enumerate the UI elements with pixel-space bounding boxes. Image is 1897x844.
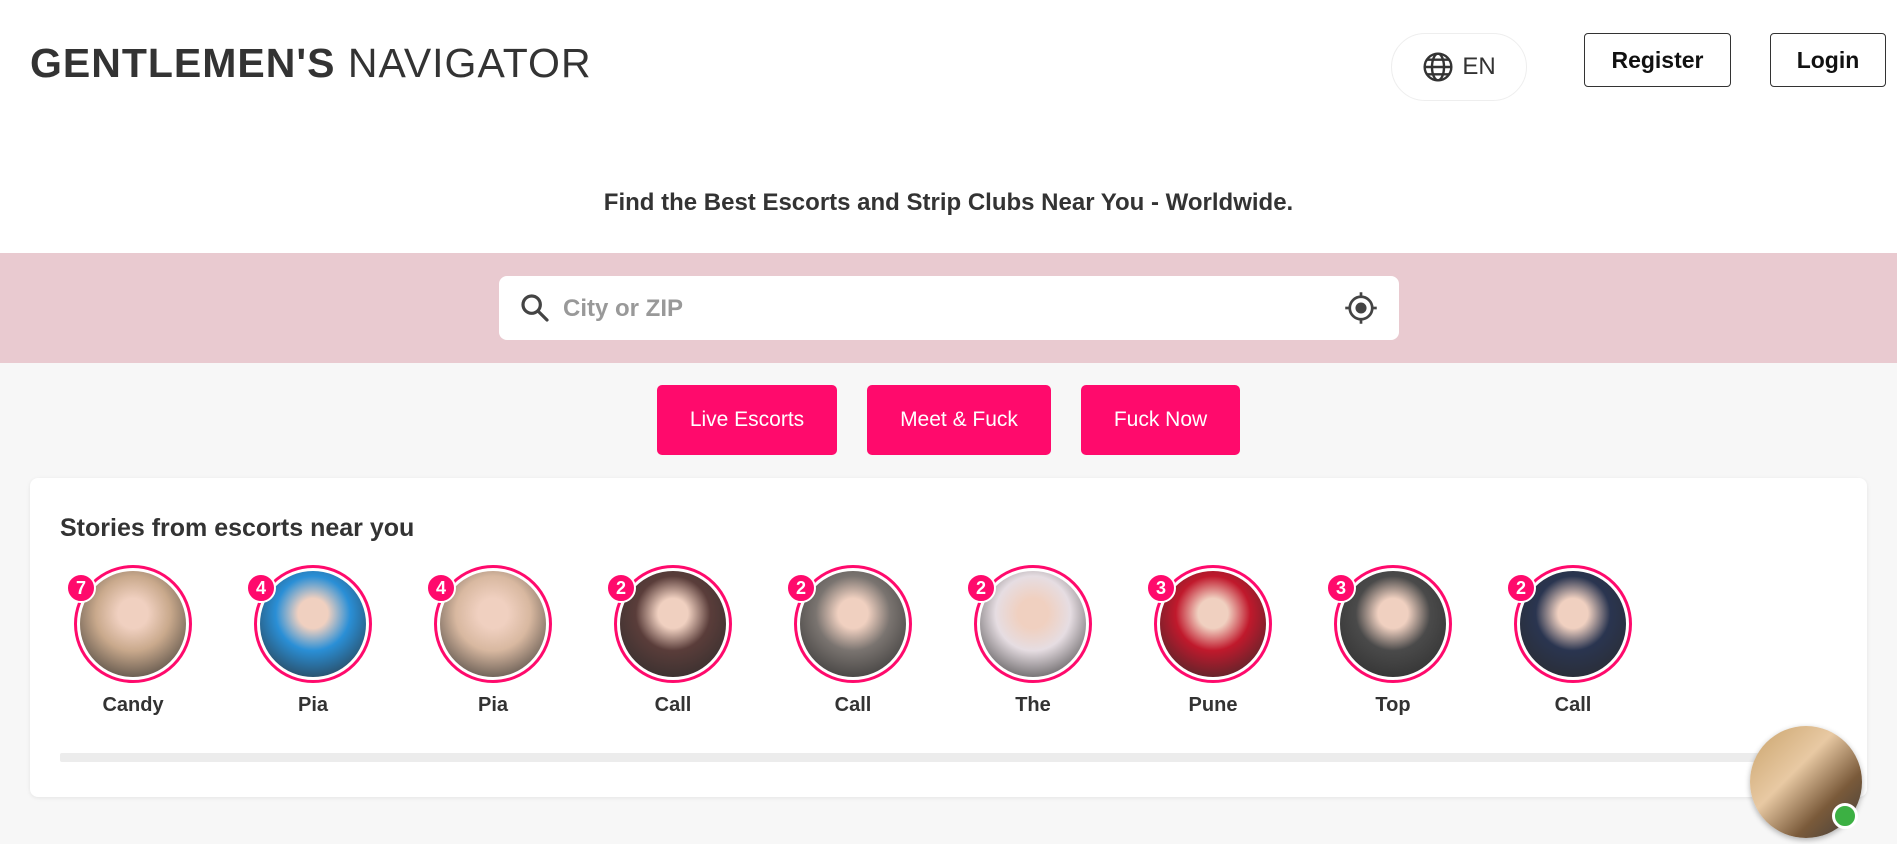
logo-bold-text: GENTLEMEN'S bbox=[30, 40, 336, 86]
stories-scrollbar[interactable] bbox=[60, 753, 1840, 762]
search-input[interactable] bbox=[561, 286, 1325, 332]
story-item[interactable]: 4 Pia bbox=[240, 565, 380, 725]
story-item[interactable]: 2 Call bbox=[780, 565, 920, 725]
story-item[interactable]: 4 Pia bbox=[420, 565, 560, 725]
story-item[interactable]: 7 Candy bbox=[60, 565, 200, 725]
story-item[interactable]: 3 Top bbox=[1320, 565, 1460, 725]
story-item[interactable]: 3 Pune bbox=[1140, 565, 1280, 725]
stories-title: Stories from escorts near you bbox=[60, 514, 415, 542]
tagline: Find the Best Escorts and Strip Clubs Ne… bbox=[603, 189, 1294, 216]
story-item[interactable]: 2 The bbox=[960, 565, 1100, 725]
search-box bbox=[499, 276, 1399, 340]
language-selector[interactable]: EN bbox=[1391, 33, 1527, 101]
story-name: Pia bbox=[477, 694, 509, 716]
crosshair-icon[interactable] bbox=[1343, 290, 1379, 326]
search-icon bbox=[521, 294, 549, 322]
story-name: The bbox=[1015, 694, 1051, 716]
story-count-badge: 3 bbox=[1146, 573, 1176, 603]
live-escorts-button[interactable]: Live Escorts bbox=[657, 385, 837, 455]
story-count-badge: 2 bbox=[966, 573, 996, 603]
story-count-badge: 4 bbox=[246, 573, 276, 603]
story-name: Call bbox=[654, 694, 692, 716]
login-button[interactable]: Login bbox=[1770, 33, 1886, 87]
register-button[interactable]: Register bbox=[1584, 33, 1731, 87]
site-logo[interactable]: GENTLEMEN'S NAVIGATOR bbox=[30, 40, 592, 87]
story-count-badge: 2 bbox=[606, 573, 636, 603]
fuck-now-button[interactable]: Fuck Now bbox=[1081, 385, 1240, 455]
header: GENTLEMEN'S NAVIGATOR EN Register Login … bbox=[0, 0, 1897, 253]
story-name: Pia bbox=[297, 694, 329, 716]
online-status-dot bbox=[1832, 803, 1858, 829]
language-label: EN bbox=[1462, 53, 1496, 80]
story-name: Top bbox=[1375, 694, 1411, 716]
story-name: Pune bbox=[1188, 694, 1238, 716]
story-count-badge: 2 bbox=[1506, 573, 1536, 603]
story-count-badge: 3 bbox=[1326, 573, 1356, 603]
story-name: Call bbox=[834, 694, 872, 716]
meet-and-fuck-button[interactable]: Meet & Fuck bbox=[867, 385, 1051, 455]
story-name: Call bbox=[1554, 694, 1592, 716]
story-count-badge: 4 bbox=[426, 573, 456, 603]
stories-card: Stories from escorts near you 7 Candy 4 Pia… bbox=[30, 478, 1867, 797]
logo-regular-text: NAVIGATOR bbox=[347, 40, 592, 86]
story-item[interactable]: 2 Call bbox=[1500, 565, 1640, 725]
story-name: Candy bbox=[102, 694, 164, 716]
story-count-badge: 2 bbox=[786, 573, 816, 603]
story-item[interactable]: 2 Call bbox=[600, 565, 740, 725]
globe-icon bbox=[1423, 52, 1453, 82]
story-count-badge: 7 bbox=[66, 573, 96, 603]
